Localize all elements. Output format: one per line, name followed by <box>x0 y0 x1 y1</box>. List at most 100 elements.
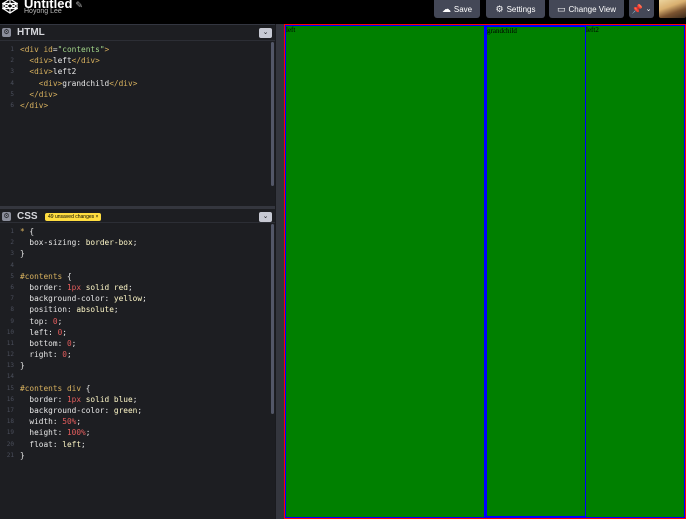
code-line[interactable]: 9 top: 0; <box>0 316 275 327</box>
code-text: <div>left2 <box>20 66 76 77</box>
codepen-logo-icon[interactable] <box>2 0 18 14</box>
code-token: { <box>85 383 91 393</box>
code-token: </div> <box>71 56 100 66</box>
code-token: > <box>104 45 110 54</box>
code-line[interactable]: 17 background-color: green; <box>0 405 275 416</box>
code-line[interactable]: 3} <box>0 248 275 259</box>
code-token: : <box>48 327 58 337</box>
code-line[interactable]: 6 border: 1px solid red; <box>0 282 275 293</box>
code-text: #contents { <box>20 271 72 282</box>
code-token: top <box>29 316 44 326</box>
code-token: ; <box>62 327 67 337</box>
code-line[interactable]: 5 #contents { <box>0 271 275 282</box>
code-line[interactable]: 19 height: 100%; <box>0 427 275 438</box>
code-token: : <box>52 439 63 449</box>
line-number: 9 <box>10 317 14 325</box>
layout-icon: ▭ <box>557 3 566 14</box>
css-collapse-chevron-icon[interactable]: ⌄ <box>259 212 272 222</box>
line-number: 13 <box>6 362 14 370</box>
code-token: left2 <box>52 67 77 77</box>
css-code-editor[interactable]: 1 * {2 box-sizing: border-box; 3} 4 5 #conten… <box>0 223 275 461</box>
code-token: * <box>20 227 30 236</box>
settings-button[interactable]: ⚙ Settings <box>486 0 545 18</box>
line-number: 21 <box>6 451 14 459</box>
preview-box-left: left <box>285 25 485 518</box>
line-number: 8 <box>10 306 14 314</box>
code-text: border: 1px solid red; <box>20 282 132 293</box>
code-line[interactable]: 4 <div>grandchild</div> <box>0 78 275 89</box>
code-token: : <box>57 282 67 292</box>
code-line[interactable]: 1 * { <box>0 226 275 237</box>
code-token: </div> <box>29 89 58 99</box>
css-settings-gear-icon[interactable]: ⚙ <box>2 212 11 221</box>
code-line[interactable]: 13} <box>0 360 275 371</box>
code-token: } <box>20 249 25 259</box>
code-token: right <box>29 350 53 360</box>
line-number: 4 <box>10 261 14 269</box>
line-number: 19 <box>6 429 14 437</box>
line-number: 6 <box>10 101 14 109</box>
code-line[interactable]: 20 float: left; <box>0 439 275 450</box>
code-token: bottom <box>29 338 58 348</box>
code-line[interactable]: 10 left: 0; <box>0 327 275 338</box>
author-name[interactable]: Hoyong Lee <box>24 8 62 15</box>
code-line[interactable]: 12 right: 0; <box>0 349 275 360</box>
code-text: <div id="contents"> <box>20 44 109 55</box>
code-token: solid blue <box>81 394 133 404</box>
html-code-editor[interactable]: 1 <div id="contents"> 2 <div>left</div> 3 <… <box>0 41 275 111</box>
code-line[interactable]: 21} <box>0 450 275 461</box>
avatar[interactable] <box>659 0 686 18</box>
edit-pencil-icon[interactable]: ✎ <box>75 0 83 10</box>
change-view-button[interactable]: ▭ Change View <box>549 0 624 18</box>
save-button[interactable]: ☁ Save <box>434 0 480 18</box>
code-token: left <box>52 56 72 66</box>
code-text: <div>grandchild</div> <box>20 78 138 89</box>
line-number: 17 <box>6 407 14 414</box>
code-token: : <box>104 406 114 415</box>
code-line[interactable]: 14 <box>0 371 275 382</box>
code-token: ; <box>81 439 86 449</box>
code-line[interactable]: 3 <div>left2 <box>0 66 275 77</box>
css-pane-title: CSS <box>17 211 38 222</box>
code-text: * { <box>20 226 34 237</box>
code-line[interactable]: 6 </div> <box>0 100 275 111</box>
css-scrollbar[interactable] <box>271 224 274 414</box>
code-token: : <box>76 238 86 248</box>
code-line[interactable]: 11 bottom: 0; <box>0 338 275 349</box>
html-scrollbar[interactable] <box>271 42 274 186</box>
code-line[interactable]: 4 <box>0 260 275 271</box>
line-number: 18 <box>6 418 14 426</box>
html-settings-gear-icon[interactable]: ⚙ <box>2 28 11 37</box>
line-number: 1 <box>10 46 14 53</box>
line-number: 5 <box>10 90 14 98</box>
line-number: 16 <box>6 395 14 403</box>
html-collapse-chevron-icon[interactable]: ⌄ <box>259 28 272 38</box>
code-line[interactable]: 7 background-color: yellow; <box>0 293 275 304</box>
code-line[interactable]: 18 width: 50%; <box>0 416 275 427</box>
code-line[interactable]: 16 border: 1px solid blue; <box>0 394 275 405</box>
pin-menu-button[interactable]: 📌 ⌄ <box>629 0 654 18</box>
unsaved-changes-badge[interactable]: 49 unsaved changes × <box>45 213 102 221</box>
code-token: 100% <box>66 428 86 438</box>
code-line[interactable]: 2 <div>left</div> <box>0 55 275 66</box>
code-text: left: 0; <box>20 327 67 338</box>
code-token: <div> <box>38 78 63 88</box>
code-token: #contents div <box>20 383 86 393</box>
code-line[interactable]: 5 </div> <box>0 89 275 100</box>
result-preview: left grandchild left2 <box>284 24 686 519</box>
code-token: ; <box>76 417 82 427</box>
code-line[interactable]: 1 <div id="contents"> <box>0 44 275 55</box>
line-number: 3 <box>10 68 14 76</box>
code-line[interactable]: 2 box-sizing: border-box; <box>0 237 275 248</box>
code-text: top: 0; <box>20 316 62 327</box>
top-header: Untitled ✎ Hoyong Lee ☁ Save ⚙ Settings ▭ Ch… <box>0 0 686 24</box>
code-line[interactable]: 15 #contents div { <box>0 383 275 394</box>
pane-resize-handle[interactable] <box>275 24 284 519</box>
code-text: right: 0; <box>20 349 71 360</box>
code-line[interactable]: 8 position: absolute; <box>0 304 275 315</box>
